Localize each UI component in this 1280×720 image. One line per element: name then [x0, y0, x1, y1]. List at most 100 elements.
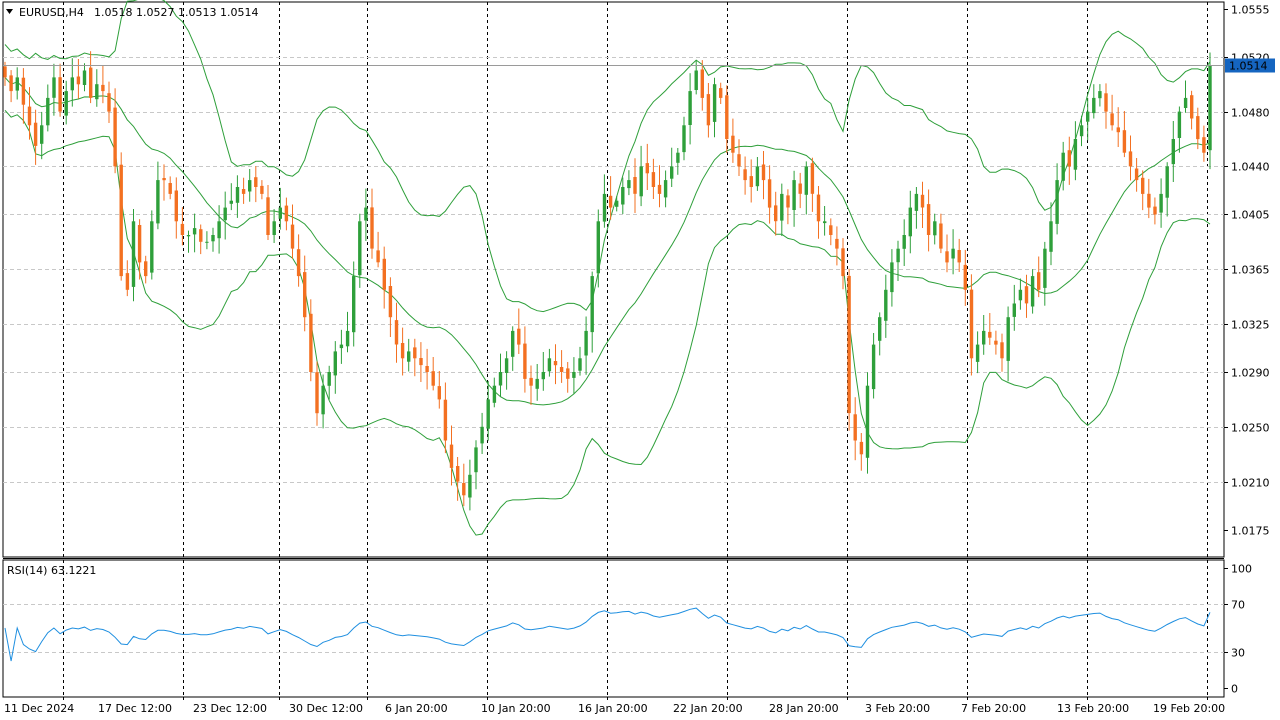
candle-body	[804, 166, 808, 195]
candle-body	[9, 75, 13, 92]
candle-body	[131, 221, 136, 287]
x-tick-label: 3 Feb 20:00	[865, 702, 930, 715]
chart-window[interactable]: 1.0555 1.0520 1.0480 1.0440 1.0405 1.0365 1.03…	[0, 0, 1280, 720]
candle-body	[315, 372, 319, 414]
candle-body	[1116, 127, 1120, 133]
candle-body	[431, 371, 435, 386]
candle-body	[1196, 116, 1200, 140]
chart-canvas[interactable]: 1.05551.05201.04801.04401.04051.03651.03…	[0, 0, 1280, 720]
candle-body	[939, 223, 943, 249]
candle-body	[492, 385, 497, 403]
price-panel[interactable]	[2, 1, 1225, 558]
candle-body	[602, 193, 607, 222]
candle-body	[969, 289, 974, 359]
x-tick-label: 10 Jan 20:00	[481, 702, 551, 715]
candle-body	[682, 125, 686, 153]
candle-body	[443, 399, 448, 441]
y-tick-label: 1.0405	[1231, 209, 1270, 222]
candle-body	[352, 276, 356, 333]
candle-body	[1159, 193, 1163, 213]
candle-body	[859, 441, 864, 455]
candle-body	[1098, 91, 1102, 99]
candle-body	[963, 264, 967, 290]
x-tick-label: 19 Feb 20:00	[1153, 702, 1225, 715]
candle-body	[700, 69, 704, 98]
candle-body	[364, 207, 368, 221]
candle-body	[786, 195, 790, 208]
candle-body	[584, 330, 588, 356]
candle-body	[468, 474, 472, 498]
candle-body	[474, 447, 478, 473]
candle-body	[1030, 276, 1035, 307]
x-tick-label: 6 Jan 20:00	[385, 702, 448, 715]
candle-body	[180, 223, 185, 235]
rsi-panel[interactable]	[2, 559, 1225, 698]
candle-body	[1171, 139, 1175, 165]
candle-body	[1183, 97, 1188, 108]
last-price-label: 1.0514	[1229, 60, 1268, 73]
candle-body	[615, 200, 619, 207]
y-tick-label: 1.0365	[1231, 264, 1270, 277]
candle-body	[82, 70, 87, 85]
candle-body	[761, 164, 766, 181]
candle-body	[1079, 125, 1084, 137]
x-tick-label: 30 Dec 12:00	[289, 702, 363, 715]
x-tick-label: 7 Feb 20:00	[961, 702, 1026, 715]
candle-body	[792, 180, 796, 210]
candle-body	[743, 169, 747, 181]
candle-body	[676, 152, 680, 163]
candle-body	[327, 372, 331, 386]
candle-body	[462, 483, 466, 496]
candle-body	[358, 221, 362, 276]
candle-body	[578, 358, 582, 371]
rsi-y-tick-label: 70	[1231, 599, 1245, 612]
candle-body	[272, 221, 276, 235]
chart-ohlc-values: 1.0518 1.0527 1.0513 1.0514	[94, 6, 258, 19]
rsi-y-tick-label: 30	[1231, 647, 1245, 660]
candle[interactable]	[847, 268, 851, 431]
candle-body	[645, 163, 649, 174]
candle-body	[511, 330, 515, 357]
candle-body	[1128, 151, 1133, 167]
candle-body	[1024, 286, 1029, 304]
candle-body	[388, 286, 393, 318]
candle-body	[413, 347, 417, 359]
candle-body	[529, 377, 533, 386]
candle-body	[590, 276, 594, 333]
candle-body	[1165, 166, 1169, 198]
y-tick-label: 1.0325	[1231, 319, 1270, 332]
x-tick-label: 23 Dec 12:00	[193, 702, 267, 715]
candle-body	[40, 125, 44, 144]
candle-body	[829, 225, 833, 235]
y-tick-label: 1.0480	[1231, 107, 1270, 120]
candle-body	[798, 183, 802, 194]
candle-body	[1092, 97, 1096, 114]
candle-body	[908, 207, 912, 237]
candle-body	[621, 187, 625, 205]
candle-body	[480, 426, 484, 444]
x-tick-label: 16 Jan 20:00	[578, 702, 648, 715]
candle-body	[241, 189, 246, 194]
candle-body	[1073, 139, 1078, 170]
candle-body	[1061, 152, 1065, 181]
candle-body	[278, 207, 282, 219]
y-tick-label: 1.0440	[1231, 161, 1270, 174]
candle-body	[1147, 193, 1151, 208]
candle-body	[633, 177, 637, 194]
candle-body	[884, 289, 888, 321]
candle-body	[890, 262, 894, 293]
candle-body	[878, 317, 882, 341]
candle-body	[46, 97, 50, 126]
candle-body	[823, 221, 827, 224]
candle-body	[144, 261, 148, 277]
candle-body	[309, 313, 313, 372]
candle-body	[125, 273, 130, 290]
chart-symbol-title: EURUSD,H4	[19, 6, 84, 19]
candle-body	[670, 166, 674, 179]
candle-body	[52, 77, 56, 98]
candle-body	[174, 190, 178, 222]
rsi-y-tick-label: 100	[1231, 563, 1252, 576]
candle-body	[1110, 113, 1114, 126]
candle-body	[89, 67, 93, 98]
candle[interactable]	[119, 152, 123, 281]
